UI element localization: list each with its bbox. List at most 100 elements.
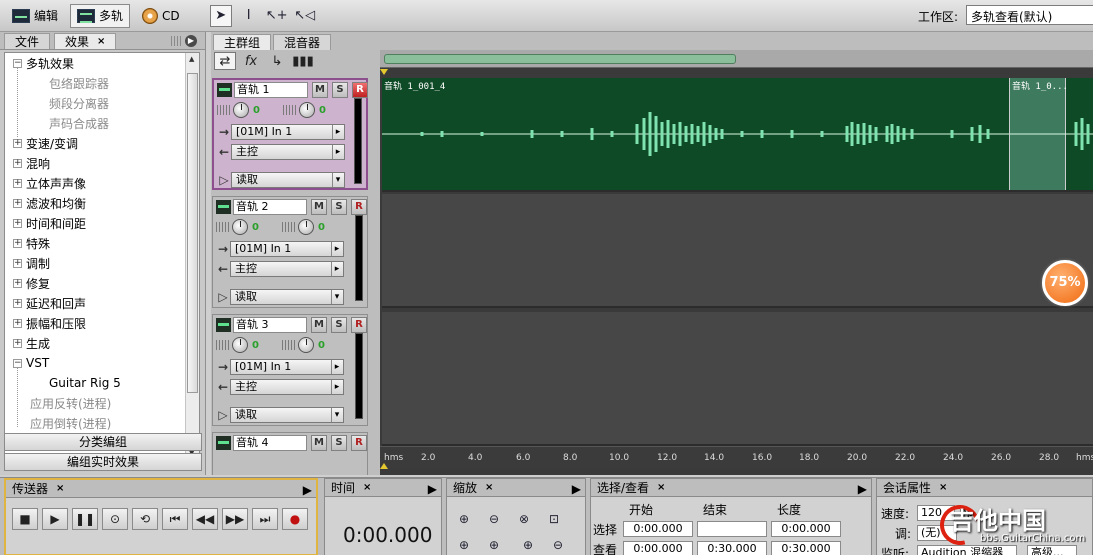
tree-item-amplitude[interactable]: + 振幅和压限 xyxy=(5,313,199,333)
tree-item-time-pitch-spacing[interactable]: + 时间和间距 xyxy=(5,213,199,233)
panel-menu-icon[interactable]: ▶ xyxy=(858,482,867,496)
solo-button[interactable]: S xyxy=(331,435,347,451)
track-1-lane[interactable]: 音轨 1_001_4 音轨 1_0... xyxy=(382,78,1093,192)
move-tool-button[interactable]: ➤ xyxy=(209,4,232,27)
tree-item-multitrack-effects[interactable]: − 多轨效果 xyxy=(5,53,199,73)
solo-button[interactable]: S xyxy=(331,199,347,215)
hybrid-tool-button[interactable]: ↖+ xyxy=(266,5,288,27)
effects-toggle-button[interactable]: fx xyxy=(240,52,262,70)
zoom-overview-bar[interactable] xyxy=(380,50,1093,68)
time-select-tool-button[interactable]: I xyxy=(238,5,260,27)
tree-item-special[interactable]: + 特殊 xyxy=(5,233,199,253)
record-arm-button[interactable]: R xyxy=(351,435,367,451)
audio-clip[interactable]: 音轨 1_001_4 xyxy=(382,78,1093,190)
record-arm-button[interactable]: R xyxy=(352,82,368,98)
zoom-selection-button[interactable]: ⊡ xyxy=(543,509,565,529)
view-start-field[interactable]: 0:00.000 xyxy=(623,541,693,555)
tree-item-reverb[interactable]: + 混响 xyxy=(5,153,199,173)
mode-cd-button[interactable]: CD xyxy=(136,4,186,28)
expand-automation-icon[interactable]: ▷ xyxy=(216,290,230,304)
loop-button[interactable]: ⟲ xyxy=(132,508,158,530)
time-ruler[interactable]: hms 2.0 4.0 6.0 8.0 10.0 12.0 14.0 16.0 … xyxy=(380,446,1093,468)
monitor-select[interactable]: Audition 混缩器 xyxy=(917,545,1017,555)
play-from-cursor-button[interactable]: ⊙ xyxy=(102,508,128,530)
tree-item-envelope-follower[interactable]: 包络跟踪器 xyxy=(5,73,199,93)
expand-icon[interactable]: + xyxy=(13,238,22,248)
scroll-up-icon[interactable]: ▲ xyxy=(189,55,194,63)
mute-button[interactable]: M xyxy=(311,199,327,215)
input-select[interactable]: [01M] In 1 xyxy=(230,241,344,257)
tab-files[interactable]: 文件 xyxy=(4,33,51,49)
visible-range-handle[interactable] xyxy=(384,54,736,64)
record-arm-button[interactable]: R xyxy=(351,317,367,333)
tree-item-vocoder[interactable]: 声码合成器 xyxy=(5,113,199,133)
track-name-field[interactable]: 音轨 2 xyxy=(233,199,307,215)
close-icon[interactable]: × xyxy=(485,482,493,493)
mute-button[interactable]: M xyxy=(311,317,327,333)
category-group-button[interactable]: 分类编组 xyxy=(4,433,202,451)
output-select[interactable]: 主控 xyxy=(230,261,344,277)
scrub-tool-button[interactable]: ↖◁ xyxy=(294,5,316,27)
close-icon[interactable]: × xyxy=(939,482,947,493)
panel-menu-icon[interactable]: ▶ xyxy=(572,482,581,496)
volume-knob[interactable] xyxy=(232,219,248,235)
tree-item-delay-echo[interactable]: + 延迟和回声 xyxy=(5,293,199,313)
scroll-thumb[interactable] xyxy=(187,73,198,393)
tree-item-vst[interactable]: − VST xyxy=(5,353,199,373)
input-select[interactable]: [01M] In 1 xyxy=(230,359,344,375)
output-select[interactable]: 主控 xyxy=(230,379,344,395)
zoom-left-button[interactable]: ⊕ xyxy=(453,535,475,555)
pan-knob[interactable] xyxy=(298,337,314,353)
track-name-field[interactable]: 音轨 4 xyxy=(233,435,307,451)
realtime-effects-button[interactable]: 编组实时效果 xyxy=(4,453,202,471)
track-3-controls[interactable]: 音轨 3 M S R 0 0 →[01M] In 1 ←主控 ▷读取 xyxy=(212,314,368,426)
selection-end-field[interactable] xyxy=(697,521,767,537)
play-button[interactable]: ▶ xyxy=(42,508,68,530)
panel-menu-icon[interactable]: ▶ xyxy=(185,35,197,47)
mute-button[interactable]: M xyxy=(311,435,327,451)
tree-scrollbar[interactable]: ▲ ▼ xyxy=(185,53,199,459)
tree-item-guitar-rig[interactable]: Guitar Rig 5 xyxy=(5,373,199,393)
close-icon[interactable]: × xyxy=(363,482,371,493)
rewind-button[interactable]: ◀◀ xyxy=(192,508,218,530)
tab-effects[interactable]: 效果 × xyxy=(54,33,117,49)
fast-forward-button[interactable]: ▶▶ xyxy=(222,508,248,530)
eq-toggle-button[interactable]: ▮▮▮ xyxy=(292,52,314,70)
tree-item-modulation[interactable]: + 调制 xyxy=(5,253,199,273)
playhead-marker-bottom[interactable] xyxy=(380,463,388,469)
zoom-in-horizontal-button[interactable]: ⊕ xyxy=(453,509,475,529)
pan-knob[interactable] xyxy=(299,102,315,118)
expand-icon[interactable]: + xyxy=(13,298,22,308)
automation-mode-select[interactable]: 读取 xyxy=(230,407,344,423)
tree-item-generate[interactable]: + 生成 xyxy=(5,333,199,353)
expand-icon[interactable]: + xyxy=(13,138,22,148)
collapse-icon[interactable]: − xyxy=(13,58,22,68)
solo-button[interactable]: S xyxy=(331,317,347,333)
close-icon[interactable]: × xyxy=(657,482,665,493)
tree-item-stereo-imagery[interactable]: + 立体声声像 xyxy=(5,173,199,193)
expand-icon[interactable]: + xyxy=(13,338,22,348)
zoom-out-vertical-button[interactable]: ⊖ xyxy=(547,535,569,555)
expand-icon[interactable]: + xyxy=(13,198,22,208)
zoom-in-vertical-button[interactable]: ⊕ xyxy=(517,535,539,555)
mode-edit-button[interactable]: 编辑 xyxy=(6,4,64,28)
timeline-area[interactable]: 音轨 1_001_4 音轨 1_0... hms 2.0 4.0 6.0 8.0… xyxy=(380,50,1093,475)
view-length-field[interactable]: 0:30.000 xyxy=(771,541,841,555)
stop-button[interactable]: ■ xyxy=(12,508,38,530)
output-select[interactable]: 主控 xyxy=(231,144,345,160)
track-2-lane[interactable] xyxy=(382,194,1093,308)
collapse-icon[interactable]: − xyxy=(13,358,22,368)
expand-icon[interactable]: + xyxy=(13,178,22,188)
go-to-end-button[interactable]: ⏭ xyxy=(252,508,278,530)
sends-toggle-button[interactable]: ↳ xyxy=(266,52,288,70)
zoom-level-badge[interactable]: 75% xyxy=(1042,260,1088,306)
tree-item-band-splitter[interactable]: 频段分离器 xyxy=(5,93,199,113)
automation-mode-select[interactable]: 读取 xyxy=(230,289,344,305)
pause-button[interactable]: ❚❚ xyxy=(72,508,98,530)
panel-menu[interactable]: ▶ xyxy=(171,34,199,48)
tree-item-time-pitch[interactable]: + 变速/变调 xyxy=(5,133,199,153)
selection-length-field[interactable]: 0:00.000 xyxy=(771,521,841,537)
track-1-controls[interactable]: 音轨 1 M S R 0 0 →[01M] In 1 ←主控 ▷读取 xyxy=(212,78,368,190)
mute-button[interactable]: M xyxy=(312,82,328,98)
input-select[interactable]: [01M] In 1 xyxy=(231,124,345,140)
